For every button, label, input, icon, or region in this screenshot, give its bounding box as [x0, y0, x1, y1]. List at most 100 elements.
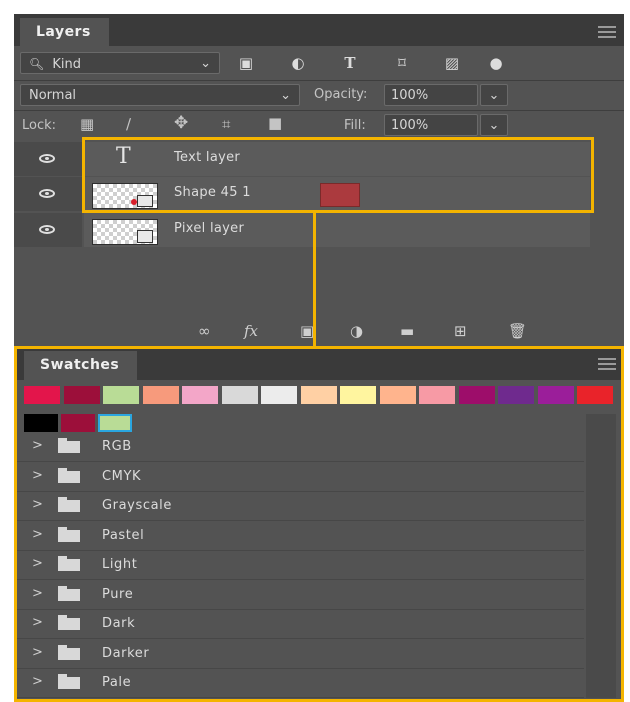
swatch-group-row[interactable]: > Pure [14, 580, 584, 610]
visibility-eye-icon[interactable] [39, 225, 55, 234]
color-swatch[interactable] [419, 386, 455, 404]
color-swatch[interactable] [61, 414, 95, 432]
color-swatch[interactable] [458, 386, 495, 404]
color-swatch[interactable] [221, 386, 258, 404]
color-swatch[interactable] [98, 414, 132, 432]
swatch-group-name: Grayscale [102, 498, 172, 513]
tab-layers[interactable]: Layers [20, 18, 109, 46]
swatch-group-name: Light [102, 557, 138, 572]
folder-icon [58, 556, 80, 571]
adjustment-filter-icon[interactable]: ◐ [288, 52, 308, 74]
opacity-field[interactable]: 100% [384, 84, 478, 106]
chevron-right-icon[interactable]: > [32, 438, 43, 453]
swatch-group-name: Darker [102, 645, 150, 661]
lock-brush-icon[interactable]: ∕ [126, 115, 131, 133]
swatch-group-row[interactable]: > Pastel [14, 521, 584, 551]
smart-object-filter-icon[interactable]: ▨ [442, 52, 462, 74]
swatch-group-name: CMYK [102, 468, 142, 484]
lock-label: Lock: [22, 118, 57, 133]
fill-field[interactable]: 100% [384, 114, 478, 136]
shape-fill-color-chip [320, 183, 360, 207]
opacity-dropdown[interactable]: ⌄ [480, 84, 508, 106]
swatch-group-row[interactable]: > Light [14, 550, 584, 580]
chevron-right-icon[interactable]: > [32, 468, 43, 483]
pixel-layer-thumbnail [92, 219, 158, 245]
image-filter-icon[interactable]: ▣ [236, 52, 256, 74]
swatch-group-row[interactable]: > RGB [14, 432, 584, 462]
opacity-value: 100% [391, 88, 429, 103]
delete-layer-trash-icon[interactable]: 🗑︎ [508, 322, 527, 340]
highlight-connector-line [313, 213, 316, 348]
swatch-group-row[interactable]: > Darker [14, 639, 584, 669]
color-swatch[interactable] [24, 386, 60, 404]
chevron-right-icon[interactable]: > [32, 556, 43, 571]
shape-filter-icon[interactable]: ⌑ [392, 52, 412, 74]
fx-icon[interactable]: fx [244, 322, 258, 340]
chevron-right-icon[interactable]: > [32, 527, 43, 542]
chevron-down-icon: ⌄ [488, 118, 500, 133]
visibility-eye-icon[interactable] [39, 189, 55, 198]
color-swatch[interactable] [379, 386, 416, 404]
color-swatch[interactable] [300, 386, 337, 404]
layer-row-pixel[interactable]: Pixel layer [14, 213, 624, 247]
chevron-down-icon: ⌄ [280, 88, 291, 103]
color-swatch[interactable] [103, 386, 139, 404]
color-swatch[interactable] [24, 414, 58, 432]
layer-name: Pixel layer [174, 221, 245, 236]
layer-row-text[interactable]: T Text layer [14, 142, 624, 176]
layer-name: Text layer [174, 150, 241, 165]
panel-menu-icon[interactable] [598, 358, 616, 370]
swatches-scrollbar[interactable] [586, 414, 616, 698]
visibility-eye-icon[interactable] [39, 154, 55, 163]
swatch-group-row[interactable]: > CMYK [14, 462, 584, 492]
new-group-folder-icon[interactable]: ▬ [400, 322, 414, 340]
chevron-right-icon[interactable]: > [32, 645, 43, 660]
blend-mode-select[interactable]: Normal ⌄ [20, 84, 300, 106]
color-swatch[interactable] [340, 386, 376, 404]
tab-swatches[interactable]: Swatches [24, 351, 138, 380]
adjustment-layer-icon[interactable]: ◑ [350, 322, 363, 340]
swatch-group-row[interactable]: > Dark [14, 609, 584, 639]
fill-value: 100% [391, 118, 429, 133]
filter-toggle-icon[interactable]: ● [486, 52, 506, 74]
color-swatch[interactable] [577, 386, 613, 404]
lock-all-icon[interactable]: ■ [268, 114, 282, 132]
swatch-group-row[interactable]: > Pale [14, 668, 584, 698]
color-swatch[interactable] [63, 386, 100, 404]
chevron-down-icon: ⌄ [200, 56, 211, 71]
swatch-group-name: Pastel [102, 527, 145, 543]
shape-badge-icon [137, 195, 153, 207]
fill-label: Fill: [344, 118, 366, 133]
lock-artboard-icon[interactable]: ⌗ [222, 115, 230, 133]
folder-icon [58, 467, 80, 483]
swatches-panel: Swatches > RGB > CMYK > Grayscale > Pastel > Ligh… [14, 346, 624, 702]
anchor-point-icon [131, 199, 137, 205]
link-layers-icon[interactable]: ∞ [198, 322, 211, 340]
color-swatch[interactable] [182, 386, 218, 404]
layers-panel: Layers 🔍︎ Kind ⌄ ▣ ◐ T ⌑ ▨ ● Normal ⌄ Op… [14, 14, 624, 347]
swatch-group-row[interactable]: > Grayscale [14, 491, 584, 521]
color-swatch[interactable] [537, 386, 574, 404]
color-swatch[interactable] [498, 386, 534, 404]
chevron-right-icon[interactable]: > [32, 615, 43, 630]
chevron-right-icon[interactable]: > [32, 497, 43, 512]
chevron-right-icon[interactable]: > [32, 674, 43, 689]
chevron-right-icon[interactable]: > [32, 586, 43, 601]
folder-icon [58, 585, 80, 601]
color-swatch[interactable] [261, 386, 297, 404]
fill-dropdown[interactable]: ⌄ [480, 114, 508, 136]
color-swatch[interactable] [142, 386, 179, 404]
type-filter-icon[interactable]: T [340, 52, 360, 74]
layer-row-shape[interactable]: Shape 45 1 [14, 177, 624, 211]
swatch-group-name: Pure [102, 586, 134, 602]
text-layer-icon: T [116, 144, 131, 169]
search-icon: 🔍︎ [29, 57, 45, 71]
swatch-group-name: RGB [102, 439, 132, 454]
lock-transparent-icon[interactable]: ▦ [80, 115, 94, 133]
kind-filter-select[interactable]: 🔍︎ Kind ⌄ [20, 52, 220, 74]
folder-icon [58, 438, 80, 453]
lock-move-icon[interactable]: ✥ [174, 113, 188, 133]
new-layer-icon[interactable]: ⊞ [454, 322, 467, 340]
folder-icon [58, 526, 80, 542]
panel-menu-icon[interactable] [598, 26, 616, 38]
